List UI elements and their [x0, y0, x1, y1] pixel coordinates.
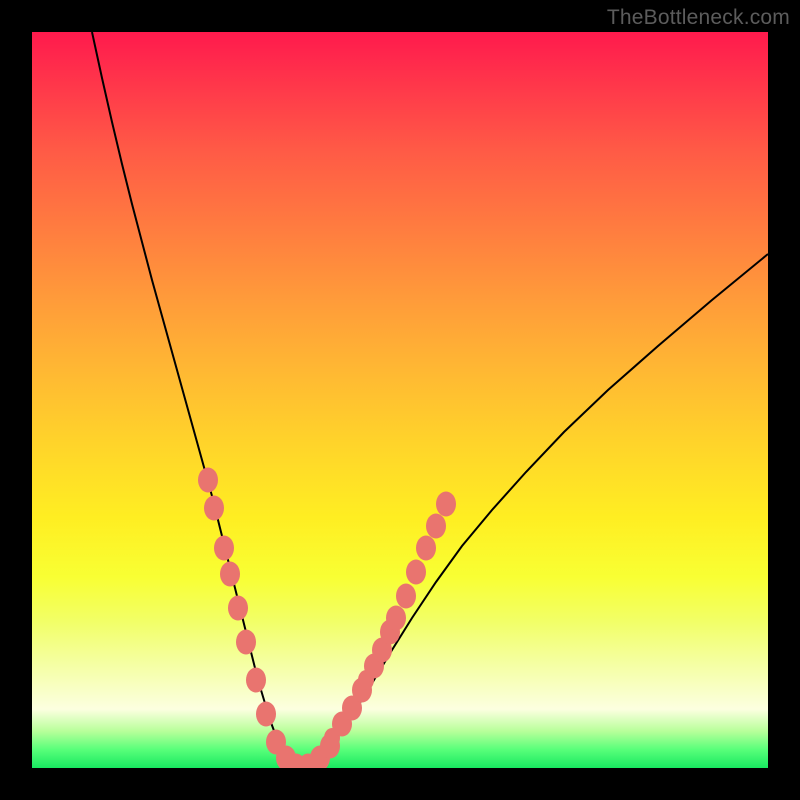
highlight-dot	[204, 496, 224, 521]
highlight-dot	[236, 630, 256, 655]
highlight-dot	[386, 606, 406, 631]
highlight-dots-group	[198, 468, 456, 769]
highlight-dot	[436, 492, 456, 517]
bottleneck-curve	[92, 32, 768, 768]
highlight-dot	[246, 668, 266, 693]
highlight-dot	[214, 536, 234, 561]
highlight-dot	[396, 584, 416, 609]
curve-svg	[32, 32, 768, 768]
highlight-dot	[416, 536, 436, 561]
highlight-dot	[406, 560, 426, 585]
highlight-dot	[228, 596, 248, 621]
plot-area	[32, 32, 768, 768]
chart-frame: TheBottleneck.com	[0, 0, 800, 800]
highlight-dot	[256, 702, 276, 727]
highlight-dot	[426, 514, 446, 539]
highlight-dot	[220, 562, 240, 587]
highlight-dot	[198, 468, 218, 493]
watermark-text: TheBottleneck.com	[607, 6, 790, 30]
